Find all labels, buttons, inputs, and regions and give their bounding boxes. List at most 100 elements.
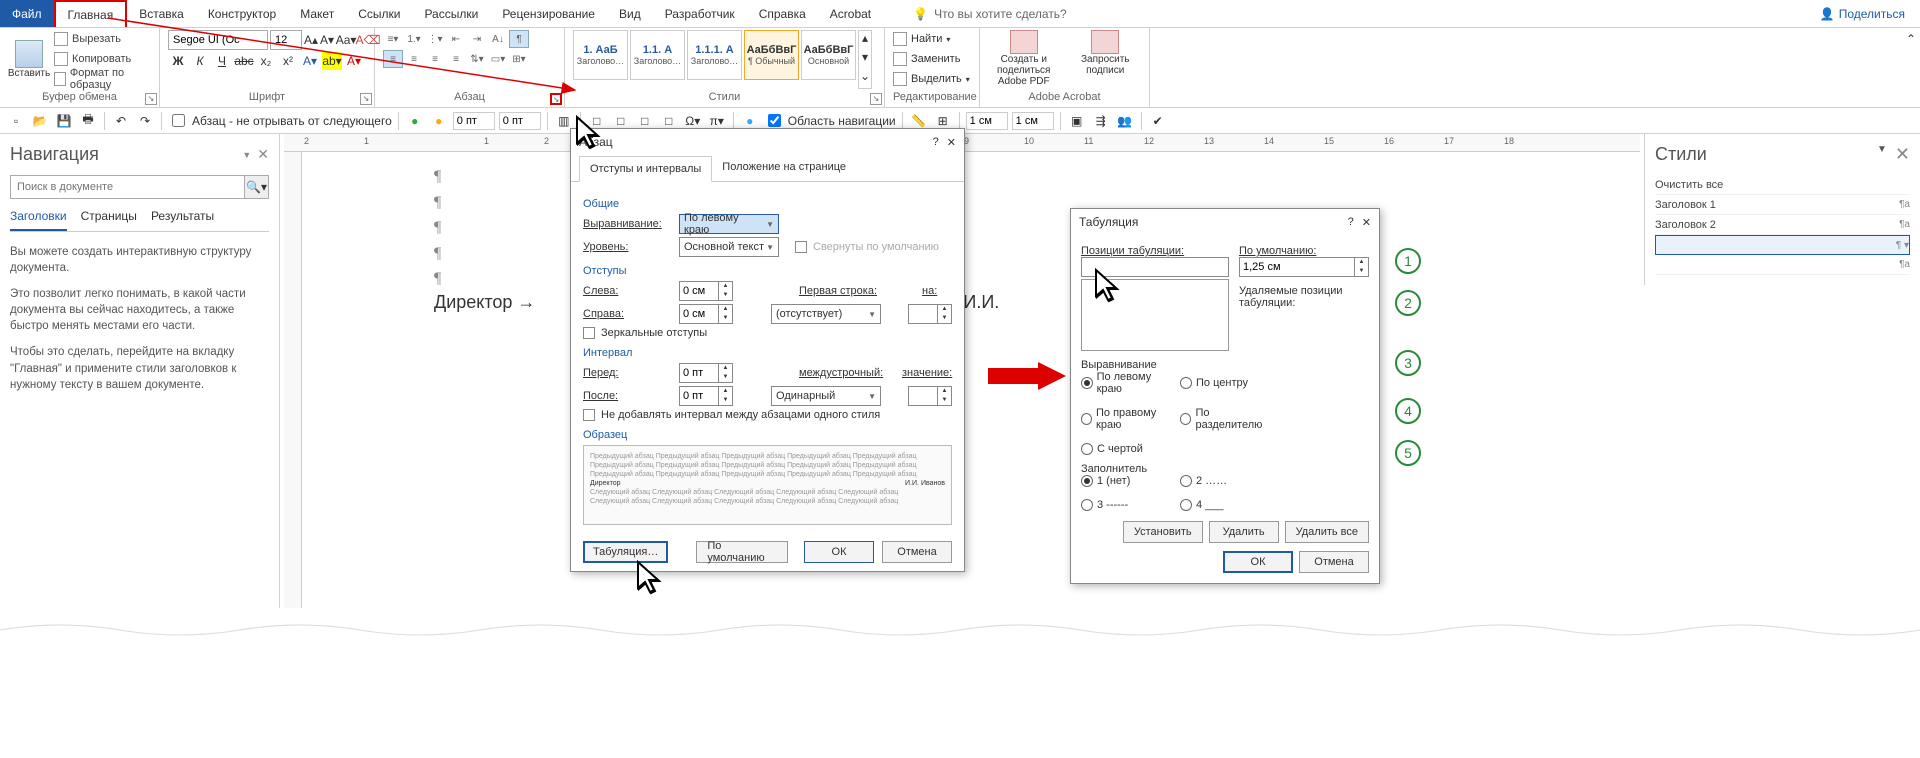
cancel-button[interactable]: Отмена	[882, 541, 952, 563]
indent-left-spin[interactable]: ▲▼	[679, 281, 733, 301]
first-line-by-input[interactable]	[908, 304, 938, 324]
paste-button[interactable]: Вставить	[8, 30, 50, 89]
align-center-radio[interactable]: По центру	[1180, 371, 1275, 395]
dialog-titlebar[interactable]: Табуляция ? ✕	[1071, 209, 1379, 235]
leader-underline-radio[interactable]: 4 ___	[1180, 499, 1275, 511]
indent-right-input[interactable]	[679, 304, 719, 324]
dialog-close-icon[interactable]: ✕	[947, 136, 956, 149]
level-combo[interactable]: Основной текст▼	[679, 237, 779, 257]
align-decimal-radio[interactable]: По разделителю	[1180, 407, 1275, 431]
tab-position-input[interactable]	[1081, 257, 1229, 277]
tab-acrobat[interactable]: Acrobat	[818, 0, 883, 27]
mirror-indents-checkbox[interactable]	[583, 327, 595, 339]
delete-button[interactable]: Удалить	[1209, 521, 1279, 543]
qat-people-icon[interactable]: 👥	[1115, 111, 1135, 131]
tab-positions-list[interactable]	[1081, 279, 1229, 351]
margin2-field[interactable]	[1012, 112, 1054, 130]
qat-undo-icon[interactable]: ↶	[111, 111, 131, 131]
acrobat-create-button[interactable]: Создать и поделиться Adobe PDF	[988, 30, 1060, 89]
dialog-titlebar[interactable]: Абзац ? ✕	[571, 129, 964, 155]
leader-dashes-radio[interactable]: 3 ------	[1081, 499, 1176, 511]
alignment-combo[interactable]: По левому краю▼	[679, 214, 779, 234]
after-input[interactable]	[679, 386, 719, 406]
nav-dropdown-icon[interactable]: ▼	[242, 150, 251, 160]
nav-search-input[interactable]	[11, 176, 244, 198]
style-row-extra[interactable]: ¶a	[1655, 255, 1910, 275]
nav-close-icon[interactable]: ✕	[257, 146, 269, 163]
set-button[interactable]: Установить	[1123, 521, 1203, 543]
delete-all-button[interactable]: Удалить все	[1285, 521, 1369, 543]
style-body[interactable]: АаБбВвГОсновной	[801, 30, 856, 80]
dialog-tab-indents[interactable]: Отступы и интервалы	[579, 156, 712, 182]
align-bar-radio[interactable]: С чертой	[1081, 443, 1176, 455]
style-normal[interactable]: АаБбВвГ¶ Обычный	[744, 30, 799, 80]
line-value-spin[interactable]: ▲▼	[908, 386, 952, 406]
qat-circle1-icon[interactable]: ●	[405, 111, 425, 131]
style-heading3[interactable]: 1.1.1. АЗаголово…	[687, 30, 742, 80]
styles-more-button[interactable]: ▴▾⌄	[858, 30, 872, 89]
style-row-selected[interactable]: ¶ ▾	[1655, 235, 1910, 255]
default-button[interactable]: По умолчанию	[696, 541, 788, 563]
replace-button[interactable]: Заменить	[893, 50, 971, 68]
align-left-radio[interactable]: По левому краю	[1081, 371, 1176, 395]
spacing-after-field[interactable]	[499, 112, 541, 130]
qat-tree-icon[interactable]: ▣	[1067, 111, 1087, 131]
style-row-h2[interactable]: Заголовок 2¶a	[1655, 215, 1910, 235]
qat-open-icon[interactable]: 📂	[30, 111, 50, 131]
ok-button[interactable]: ОК	[1223, 551, 1293, 573]
tab-file[interactable]: Файл	[0, 0, 54, 27]
before-spin[interactable]: ▲▼	[679, 363, 733, 383]
keep-with-next-checkbox[interactable]	[172, 114, 185, 127]
styles-launcher[interactable]: ↘	[870, 93, 882, 105]
spacing-before-field[interactable]	[453, 112, 495, 130]
tabulation-button[interactable]: Табуляция…	[583, 541, 668, 563]
qat-redo-icon[interactable]: ↷	[135, 111, 155, 131]
qat-save-icon[interactable]: 💾	[54, 111, 74, 131]
nav-tab-pages[interactable]: Страницы	[81, 209, 137, 231]
qat-circle2-icon[interactable]: ●	[429, 111, 449, 131]
qat-org-icon[interactable]: ⇶	[1091, 111, 1111, 131]
qat-check-icon[interactable]: ✔	[1148, 111, 1168, 131]
nav-search-go-button[interactable]: 🔍▾	[244, 176, 268, 198]
cancel-button[interactable]: Отмена	[1299, 551, 1369, 573]
align-right-radio[interactable]: По правому краю	[1081, 407, 1176, 431]
styles-pane-close-icon[interactable]: ✕	[1895, 144, 1910, 165]
select-button[interactable]: Выделить▾	[893, 70, 971, 88]
qat-new-icon[interactable]: ▫	[6, 111, 26, 131]
acrobat-sign-button[interactable]: Запросить подписи	[1070, 30, 1142, 89]
no-space-same-style-checkbox[interactable]	[583, 409, 595, 421]
dialog-help-icon[interactable]: ?	[1348, 216, 1354, 229]
line-value-input[interactable]	[908, 386, 938, 406]
indent-left-input[interactable]	[679, 281, 719, 301]
share-button[interactable]: 👤 Поделиться	[1820, 7, 1905, 21]
nav-tab-headings[interactable]: Заголовки	[10, 209, 67, 231]
style-clear-all[interactable]: Очистить все	[1655, 175, 1910, 195]
tab-help[interactable]: Справка	[747, 0, 818, 27]
vertical-ruler[interactable]	[284, 152, 302, 608]
styles-pane-dropdown-icon[interactable]: ▼	[1877, 144, 1887, 165]
dialog-help-icon[interactable]: ?	[933, 136, 939, 149]
margin1-field[interactable]	[966, 112, 1008, 130]
default-tab-input[interactable]	[1239, 257, 1355, 277]
nav-pane-checkbox[interactable]	[768, 114, 781, 127]
tab-developer[interactable]: Разработчик	[653, 0, 747, 27]
line-spacing-combo[interactable]: Одинарный▼	[771, 386, 881, 406]
tell-me[interactable]: 💡 Что вы хотите сделать?	[913, 7, 1067, 21]
nav-tab-results[interactable]: Результаты	[151, 209, 214, 231]
tab-view[interactable]: Вид	[607, 0, 653, 27]
find-button[interactable]: Найти▾	[893, 30, 971, 48]
leader-none-radio[interactable]: 1 (нет)	[1081, 475, 1176, 487]
dialog-tab-position[interactable]: Положение на странице	[712, 155, 856, 181]
collapse-ribbon-button[interactable]: ⌃	[1902, 28, 1920, 107]
indent-right-spin[interactable]: ▲▼	[679, 304, 733, 324]
ok-button[interactable]: ОК	[804, 541, 874, 563]
style-row-h1[interactable]: Заголовок 1¶a	[1655, 195, 1910, 215]
first-line-by-spin[interactable]: ▲▼	[908, 304, 952, 324]
after-spin[interactable]: ▲▼	[679, 386, 733, 406]
style-heading2[interactable]: 1.1. АЗаголово…	[630, 30, 685, 80]
leader-dots-radio[interactable]: 2 ……	[1180, 475, 1275, 487]
styles-gallery[interactable]: 1. АаБЗаголово… 1.1. АЗаголово… 1.1.1. А…	[573, 30, 872, 89]
first-line-combo[interactable]: (отсутствует)▼	[771, 304, 881, 324]
qat-print-icon[interactable]: 🖶	[78, 111, 98, 131]
dialog-close-icon[interactable]: ✕	[1362, 216, 1371, 229]
